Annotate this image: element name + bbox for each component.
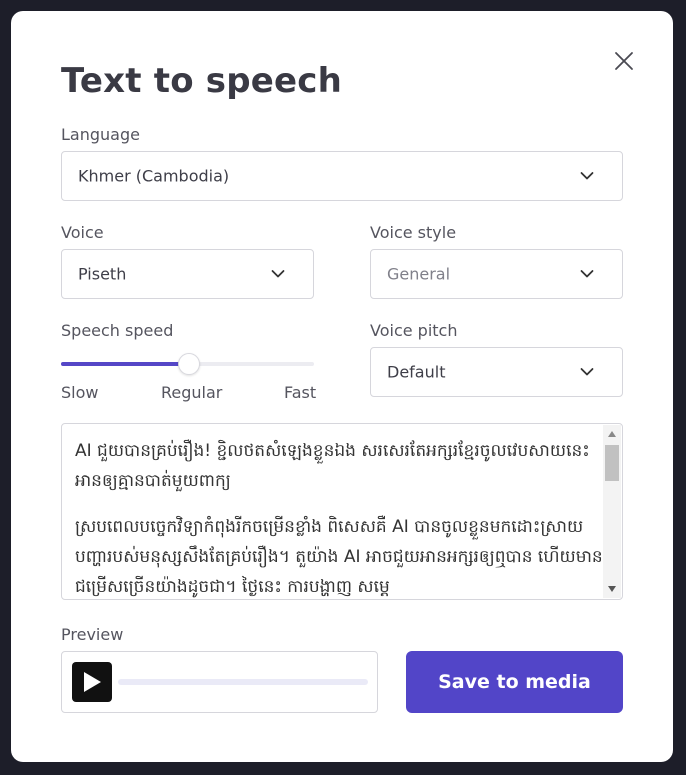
chevron-down-icon [580,172,594,180]
scroll-down-arrow-icon[interactable] [608,586,616,592]
chevron-down-icon [580,368,594,376]
preview-label: Preview [61,625,124,644]
speech-text-area[interactable]: AI ជួយបានគ្រប់រឿង! ខ្ជិលថតសំឡេងខ្លួនឯង ស… [61,423,623,600]
text-scrollbar[interactable] [603,425,621,598]
close-button[interactable] [613,50,635,72]
play-icon [84,672,101,692]
save-to-media-button[interactable]: Save to media [406,651,623,713]
preview-player [61,651,378,713]
speed-fast-label: Fast [284,383,317,402]
slider-fill [61,362,188,366]
speed-regular-label: Regular [161,383,223,402]
chevron-down-icon [271,270,285,278]
chevron-down-icon [580,270,594,278]
voice-select[interactable]: Piseth [61,249,314,299]
voice-pitch-value: Default [387,362,446,382]
language-value: Khmer (Cambodia) [78,166,230,186]
dialog-title: Text to speech [61,61,343,101]
preview-progress-bar[interactable] [118,679,368,685]
close-icon [615,52,633,70]
text-paragraph: ស្របពេលបច្ចេកវិទ្យាកំពុងរីកចម្រើនខ្លាំង … [75,517,603,597]
voice-style-label: Voice style [370,223,457,242]
speech-text-content: AI ជួយបានគ្រប់រឿង! ខ្ជិលថតសំឡេងខ្លួនឯង ស… [75,436,605,599]
language-label: Language [61,125,140,144]
language-select[interactable]: Khmer (Cambodia) [61,151,623,201]
scroll-up-arrow-icon[interactable] [608,431,616,437]
voice-pitch-select[interactable]: Default [370,347,623,397]
voice-style-value: General [387,264,451,284]
text-paragraph: AI ជួយបានគ្រប់រឿង! ខ្ជិលថតសំឡេងខ្លួនឯង ស… [75,441,590,491]
voice-style-select[interactable]: General [370,249,623,299]
scrollbar-thumb[interactable] [605,445,619,481]
speech-speed-slider[interactable] [61,352,314,376]
slider-thumb[interactable] [177,353,200,375]
voice-pitch-label: Voice pitch [370,321,458,340]
speech-speed-label: Speech speed [61,321,174,340]
play-button[interactable] [72,662,112,702]
speed-slow-label: Slow [61,383,99,402]
voice-label: Voice [61,223,104,242]
text-to-speech-dialog: Text to speech Language Khmer (Cambodia)… [11,11,673,762]
voice-value: Piseth [78,264,127,284]
